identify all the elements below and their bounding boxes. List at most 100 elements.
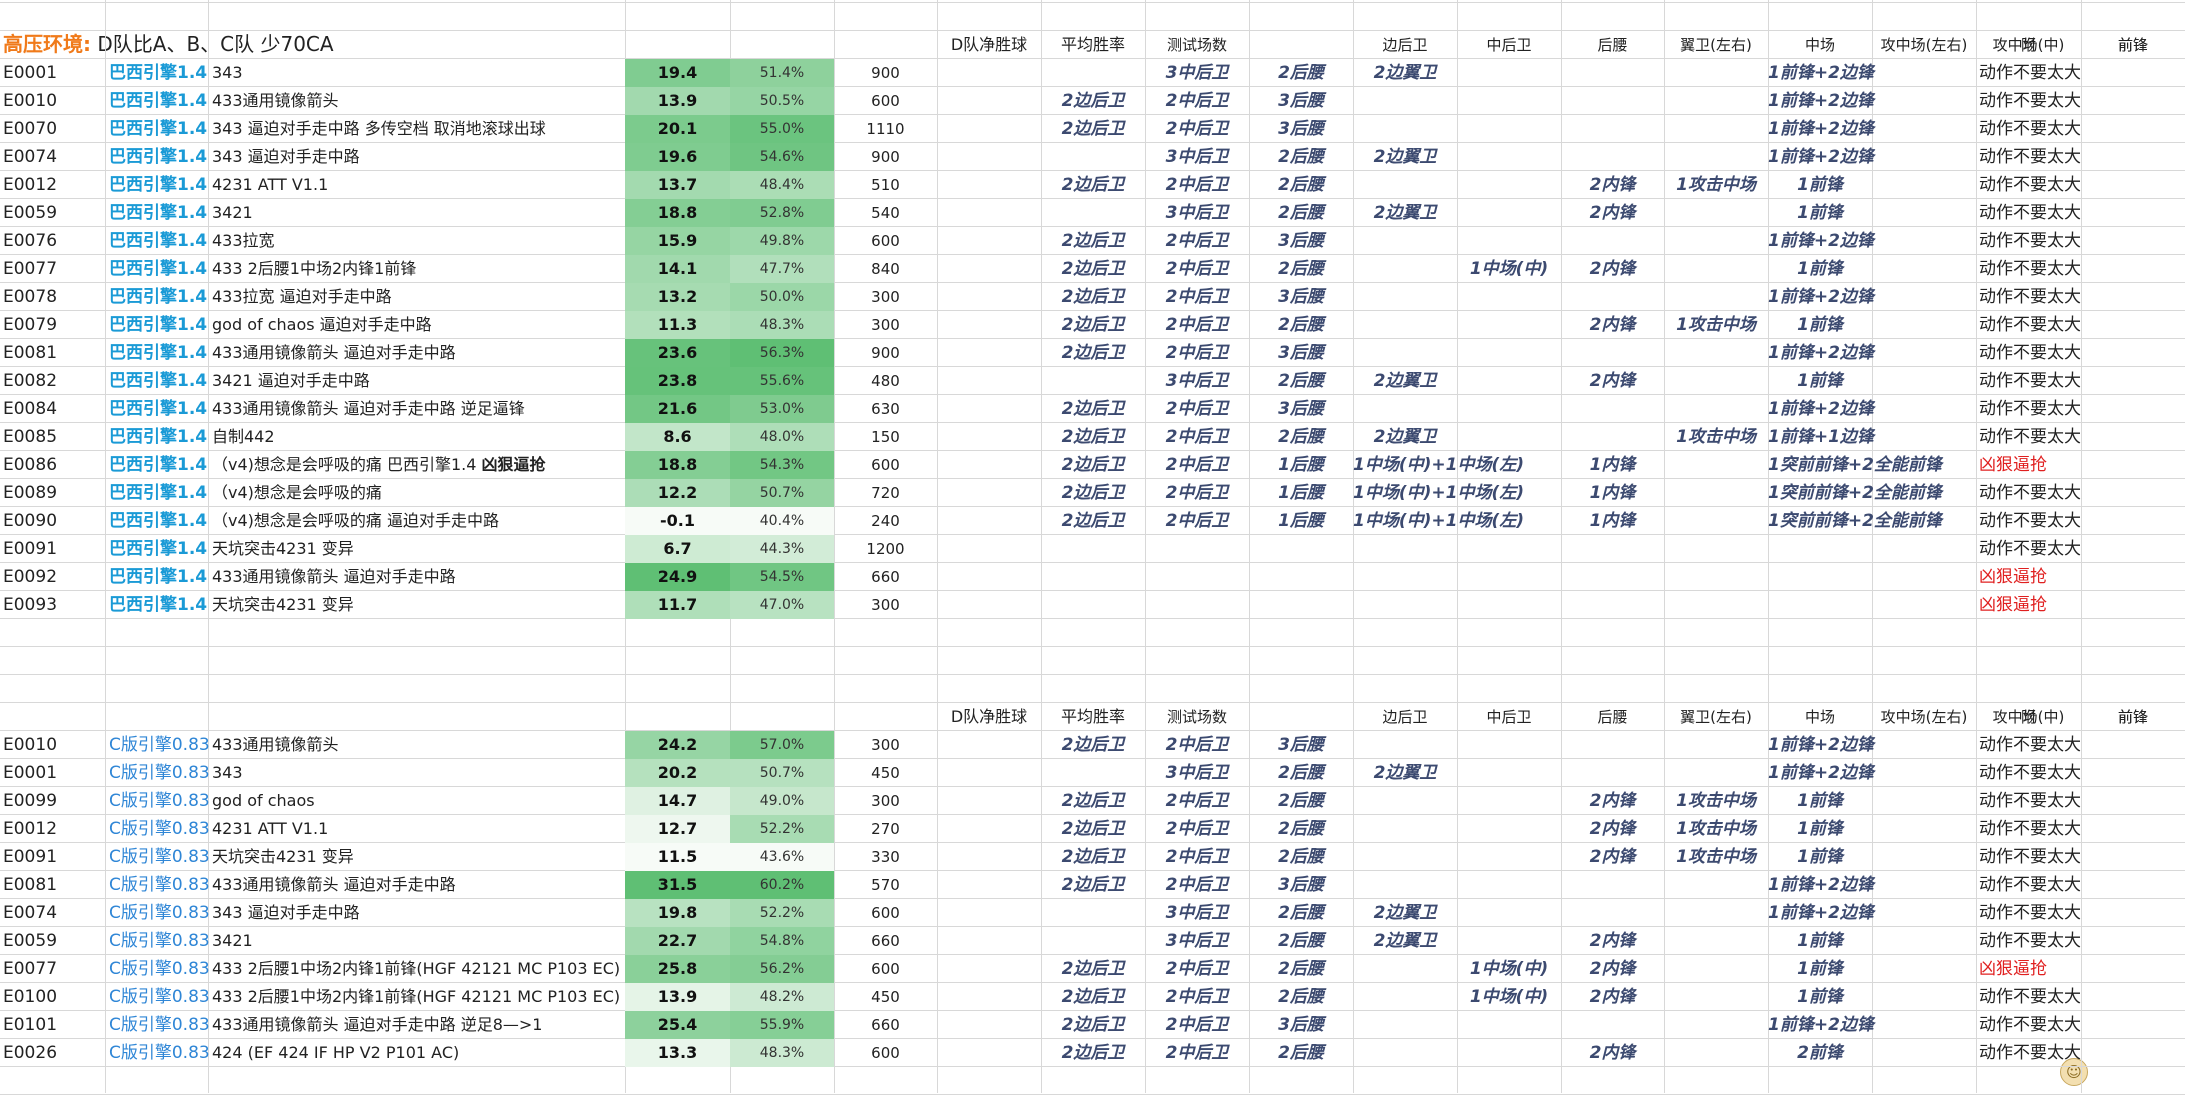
tactic-cell[interactable]: 433通用镜像箭头 逼迫对手走中路 逆足8—>1 bbox=[208, 1011, 625, 1039]
wingback-cell[interactable] bbox=[1353, 591, 1457, 619]
wingback-cell[interactable]: 1中场(中)+1中场(左) bbox=[1353, 451, 1524, 479]
centerback-cell[interactable]: 3中后卫 bbox=[1145, 759, 1249, 787]
forward-cell[interactable]: 1前锋 bbox=[1768, 927, 1872, 955]
note-cell[interactable]: 动作不要太大 bbox=[1976, 87, 2116, 115]
tactic-cell[interactable]: （v4)想念是会呼吸的痛 逼迫对手走中路 bbox=[208, 507, 625, 535]
team-code-cell[interactable]: E0077 bbox=[0, 955, 105, 983]
net-goal-cell[interactable]: 24.2 bbox=[625, 731, 730, 759]
team-code-cell[interactable]: E0026 bbox=[0, 1039, 105, 1067]
team-code-cell[interactable]: E0010 bbox=[0, 731, 105, 759]
games-count-cell[interactable]: 840 bbox=[834, 255, 937, 283]
centerback-cell[interactable]: 2中后卫 bbox=[1145, 1039, 1249, 1067]
centerback-cell[interactable]: 2中后卫 bbox=[1145, 115, 1249, 143]
team-code-cell[interactable]: E0100 bbox=[0, 983, 105, 1011]
forward-cell[interactable]: 1前锋 bbox=[1768, 367, 1872, 395]
table2-header-cell[interactable]: 中场 bbox=[1768, 703, 1872, 731]
centerback-cell[interactable]: 2中后卫 bbox=[1145, 1011, 1249, 1039]
net-goal-cell[interactable]: 22.7 bbox=[625, 927, 730, 955]
net-goal-cell[interactable]: 21.6 bbox=[625, 395, 730, 423]
engine-cell[interactable]: C版引擎0.83 bbox=[105, 843, 210, 871]
tactic-cell[interactable]: 3421 bbox=[208, 199, 625, 227]
team-code-cell[interactable]: E0093 bbox=[0, 591, 105, 619]
midfield-cell[interactable] bbox=[1457, 367, 1561, 395]
am-side-cell[interactable]: 2内锋 bbox=[1561, 955, 1664, 983]
table1-header-cell[interactable]: 前锋 bbox=[2081, 31, 2185, 59]
team-code-cell[interactable]: E0070 bbox=[0, 115, 105, 143]
am-side-cell[interactable]: 2内锋 bbox=[1561, 927, 1664, 955]
am-center-cell[interactable] bbox=[1664, 1011, 1768, 1039]
engine-cell[interactable]: C版引擎0.83 bbox=[105, 731, 210, 759]
forward-cell[interactable]: 1前锋 bbox=[1768, 787, 1872, 815]
wingback-cell[interactable] bbox=[1353, 1039, 1457, 1067]
team-code-cell[interactable]: E0077 bbox=[0, 255, 105, 283]
centerback-cell[interactable]: 2中后卫 bbox=[1145, 871, 1249, 899]
win-rate-cell[interactable]: 49.0% bbox=[730, 787, 834, 815]
games-count-cell[interactable]: 300 bbox=[834, 787, 937, 815]
table2-header-cell[interactable]: D队净胜球 bbox=[937, 703, 1041, 731]
midfield-cell[interactable] bbox=[1457, 59, 1561, 87]
am-center-cell[interactable] bbox=[1664, 955, 1768, 983]
win-rate-cell[interactable]: 56.2% bbox=[730, 955, 834, 983]
table2-header-cell[interactable]: 附 bbox=[1976, 703, 2081, 731]
win-rate-cell[interactable]: 54.5% bbox=[730, 563, 834, 591]
note-cell[interactable]: 动作不要太大 bbox=[1976, 899, 2116, 927]
team-code-cell[interactable]: E0059 bbox=[0, 199, 105, 227]
games-count-cell[interactable]: 450 bbox=[834, 759, 937, 787]
wingback-cell[interactable]: 1中场(中)+1中场(左) bbox=[1353, 479, 1524, 507]
table1-header-cell[interactable]: 中场 bbox=[1768, 31, 1872, 59]
games-count-cell[interactable]: 900 bbox=[834, 339, 937, 367]
centerback-cell[interactable]: 2中后卫 bbox=[1145, 983, 1249, 1011]
net-goal-cell[interactable]: 18.8 bbox=[625, 199, 730, 227]
midfield-cell[interactable] bbox=[1457, 115, 1561, 143]
team-code-cell[interactable]: E0012 bbox=[0, 171, 105, 199]
net-goal-cell[interactable]: 11.3 bbox=[625, 311, 730, 339]
wingback-cell[interactable] bbox=[1353, 339, 1457, 367]
win-rate-cell[interactable]: 48.2% bbox=[730, 983, 834, 1011]
am-center-cell[interactable] bbox=[1664, 283, 1768, 311]
engine-cell[interactable]: 巴西引擎1.4 bbox=[105, 199, 208, 227]
centerback-cell[interactable]: 2中后卫 bbox=[1145, 507, 1249, 535]
games-count-cell[interactable]: 480 bbox=[834, 367, 937, 395]
net-goal-cell[interactable]: 13.9 bbox=[625, 87, 730, 115]
midfield-cell[interactable]: 1中场(中) bbox=[1457, 955, 1561, 983]
centerback-cell[interactable] bbox=[1145, 535, 1249, 563]
fullback-cell[interactable]: 2边后卫 bbox=[1041, 843, 1145, 871]
engine-cell[interactable]: C版引擎0.83 bbox=[105, 1039, 210, 1067]
forward-cell[interactable]: 1前锋 bbox=[1768, 955, 1872, 983]
fullback-cell[interactable] bbox=[1041, 59, 1145, 87]
games-count-cell[interactable]: 660 bbox=[834, 927, 937, 955]
tactic-cell[interactable]: 433拉宽 bbox=[208, 227, 625, 255]
forward-cell[interactable]: 1前锋+2边锋 bbox=[1768, 59, 1874, 87]
win-rate-cell[interactable]: 43.6% bbox=[730, 843, 834, 871]
fullback-cell[interactable] bbox=[1041, 535, 1145, 563]
forward-cell[interactable]: 1突前前锋+2全能前锋 bbox=[1768, 479, 1942, 507]
tactic-cell[interactable]: 343 逼迫对手走中路 多传空档 取消地滚球出球 bbox=[208, 115, 625, 143]
net-goal-cell[interactable]: 19.6 bbox=[625, 143, 730, 171]
net-goal-cell[interactable]: 12.7 bbox=[625, 815, 730, 843]
wingback-cell[interactable]: 2边翼卫 bbox=[1353, 927, 1457, 955]
centerback-cell[interactable]: 3中后卫 bbox=[1145, 199, 1249, 227]
am-side-cell[interactable] bbox=[1561, 59, 1664, 87]
table1-header-cell[interactable]: 测试场数 bbox=[1145, 31, 1249, 59]
dm-cell[interactable]: 2后腰 bbox=[1249, 787, 1353, 815]
win-rate-cell[interactable]: 57.0% bbox=[730, 731, 834, 759]
win-rate-cell[interactable]: 55.0% bbox=[730, 115, 834, 143]
fullback-cell[interactable]: 2边后卫 bbox=[1041, 1011, 1145, 1039]
team-code-cell[interactable]: E0082 bbox=[0, 367, 105, 395]
team-code-cell[interactable]: E0089 bbox=[0, 479, 105, 507]
note-cell[interactable]: 动作不要太大 bbox=[1976, 143, 2116, 171]
forward-cell[interactable]: 1突前前锋+2全能前锋 bbox=[1768, 507, 1942, 535]
fullback-cell[interactable]: 2边后卫 bbox=[1041, 731, 1145, 759]
fullback-cell[interactable]: 2边后卫 bbox=[1041, 423, 1145, 451]
tactic-cell[interactable]: 3421 逼迫对手走中路 bbox=[208, 367, 625, 395]
forward-cell[interactable]: 1前锋 bbox=[1768, 255, 1872, 283]
engine-cell[interactable]: 巴西引擎1.4 bbox=[105, 395, 208, 423]
forward-cell[interactable]: 1前锋 bbox=[1768, 815, 1872, 843]
dm-cell[interactable]: 2后腰 bbox=[1249, 843, 1353, 871]
fullback-cell[interactable]: 2边后卫 bbox=[1041, 283, 1145, 311]
team-code-cell[interactable]: E0092 bbox=[0, 563, 105, 591]
dm-cell[interactable]: 2后腰 bbox=[1249, 423, 1353, 451]
note-cell[interactable]: 动作不要太大 bbox=[1976, 339, 2116, 367]
note-cell[interactable]: 动作不要太大 bbox=[1976, 199, 2116, 227]
tactic-cell[interactable]: （v4)想念是会呼吸的痛 bbox=[208, 479, 625, 507]
